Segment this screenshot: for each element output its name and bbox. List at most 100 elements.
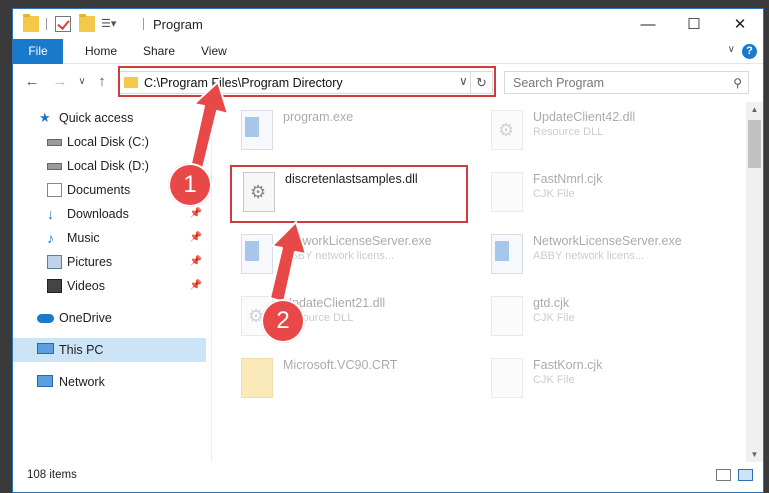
minimize-button[interactable]: — [625, 9, 671, 39]
file-name: NetworkLicenseServer.exe [283, 234, 432, 248]
file-type: ABBY network licens... [533, 250, 645, 262]
search-icon[interactable]: ⚲ [733, 76, 742, 90]
status-bar: 108 items [13, 462, 763, 492]
chevron-down-icon[interactable]: ∨ [728, 44, 735, 55]
sidebar-item-label: Downloads [67, 207, 129, 221]
sidebar-item-label: Documents [67, 183, 131, 197]
separator [46, 18, 47, 30]
address-bar-highlight [118, 66, 496, 97]
pin-icon[interactable]: 📌 [190, 250, 202, 274]
sidebar-item-this-pc[interactable]: This PC [13, 338, 206, 362]
sidebar-item-label: This PC [59, 343, 104, 357]
file-name: Microsoft.VC90.CRT [283, 358, 398, 372]
sidebar-item-label: Music [67, 231, 100, 245]
file-type: ABBY network licens... [283, 250, 395, 262]
large-icons-view-icon[interactable] [738, 469, 753, 481]
sidebar-item-downloads[interactable]: ↓ Downloads 📌 [13, 202, 206, 226]
folder-icon[interactable] [23, 14, 39, 32]
scroll-thumb[interactable] [748, 120, 761, 168]
window-title: Program [153, 17, 203, 32]
title-bar: ☰▾ Program — ☐ ✕ [13, 9, 763, 39]
download-icon: ↓ [47, 206, 54, 222]
sidebar-item-network[interactable]: Network [13, 370, 206, 394]
sidebar-item-label: OneDrive [59, 311, 112, 325]
drive-icon [47, 163, 62, 170]
ribbon: File Home Share View ∨ ? [13, 39, 763, 64]
search-placeholder: Search Program [513, 76, 605, 90]
file-item[interactable]: gtd.cjk CJK File [483, 288, 733, 348]
sidebar-item-label: Pictures [67, 255, 113, 269]
sidebar-item-local-disk-c[interactable]: Local Disk (C:) [13, 130, 206, 154]
navigation-pane: ★ Quick access Local Disk (C:) Local Dis… [13, 102, 206, 462]
star-icon: ★ [39, 110, 51, 125]
file-item[interactable]: NetworkLicenseServer.exe ABBY network li… [233, 226, 483, 286]
file-item[interactable]: NetworkLicenseServer.exe ABBY network li… [483, 226, 733, 286]
step-badge-2: 2 [261, 299, 305, 343]
pin-icon[interactable]: 📌 [190, 274, 202, 298]
tab-view[interactable]: View [189, 39, 239, 64]
scroll-up-icon[interactable]: ▲ [746, 105, 763, 114]
sidebar-item-label: Local Disk (C:) [67, 135, 149, 149]
file-icon [491, 358, 523, 398]
forward-arrow-icon[interactable]: → [51, 73, 69, 90]
pin-icon[interactable]: 📌 [190, 226, 202, 250]
up-arrow-icon[interactable]: ↑ [93, 73, 111, 90]
documents-icon [47, 183, 62, 197]
sidebar-item-music[interactable]: ♪ Music 📌 [13, 226, 206, 250]
file-item[interactable]: FastKorn.cjk CJK File [483, 350, 733, 410]
app-icon [241, 234, 273, 274]
properties-icon[interactable] [55, 16, 71, 32]
recent-locations-icon[interactable]: ∨ [73, 76, 91, 87]
separator [143, 18, 144, 30]
step-badge-1: 1 [168, 163, 212, 207]
file-item[interactable]: Microsoft.VC90.CRT [233, 350, 483, 410]
sidebar-item-label: Quick access [59, 111, 134, 125]
file-name: FastKorn.cjk [533, 358, 603, 372]
vertical-scrollbar[interactable]: ▲ ▼ [746, 102, 763, 462]
file-highlight [230, 165, 468, 223]
sidebar-item-label: Network [59, 375, 105, 389]
file-icon [491, 172, 523, 212]
network-icon [37, 375, 53, 387]
file-name: gtd.cjk [533, 296, 570, 310]
pictures-icon [47, 255, 62, 269]
file-type: Resource DLL [533, 126, 604, 138]
sidebar-item-label: Local Disk (D:) [67, 159, 149, 173]
sidebar-item-pictures[interactable]: Pictures 📌 [13, 250, 206, 274]
file-name: NetworkLicenseServer.exe [533, 234, 682, 248]
sidebar-item-onedrive[interactable]: OneDrive [13, 306, 206, 330]
maximize-button[interactable]: ☐ [671, 9, 717, 39]
search-input[interactable]: Search Program ⚲ [504, 71, 749, 94]
back-arrow-icon[interactable]: ← [23, 73, 41, 90]
videos-icon [47, 279, 62, 293]
file-type: CJK File [533, 312, 575, 324]
sidebar-item-label: Videos [67, 279, 105, 293]
file-item[interactable]: program.exe [233, 102, 483, 162]
file-item[interactable]: FastNmrl.cjk CJK File [483, 164, 733, 224]
file-name: FastNmrl.cjk [533, 172, 603, 186]
file-name: program.exe [283, 110, 354, 124]
tab-file[interactable]: File [13, 39, 63, 64]
help-icon[interactable]: ? [742, 44, 757, 59]
tab-share[interactable]: Share [131, 39, 187, 64]
tab-home[interactable]: Home [73, 39, 129, 64]
file-icon [491, 296, 523, 336]
close-button[interactable]: ✕ [717, 9, 763, 39]
sidebar-item-videos[interactable]: Videos 📌 [13, 274, 206, 298]
sidebar-item-quick-access[interactable]: ★ Quick access [13, 106, 206, 130]
scroll-down-icon[interactable]: ▼ [746, 450, 763, 459]
customize-toolbar-icon[interactable]: ☰▾ [101, 16, 117, 32]
drive-icon [47, 139, 62, 146]
music-icon: ♪ [47, 230, 54, 246]
new-folder-icon[interactable] [79, 14, 95, 32]
file-item[interactable]: UpdateClient42.dll Resource DLL [483, 102, 733, 162]
file-list: program.exe UpdateClient42.dll Resource … [215, 102, 740, 462]
file-type: CJK File [533, 374, 575, 386]
details-view-icon[interactable] [716, 469, 731, 481]
app-icon [241, 110, 273, 150]
folder-icon [241, 358, 273, 398]
computer-icon [37, 343, 54, 354]
cloud-icon [37, 314, 54, 323]
file-type: CJK File [533, 188, 575, 200]
pane-divider[interactable] [211, 102, 212, 467]
